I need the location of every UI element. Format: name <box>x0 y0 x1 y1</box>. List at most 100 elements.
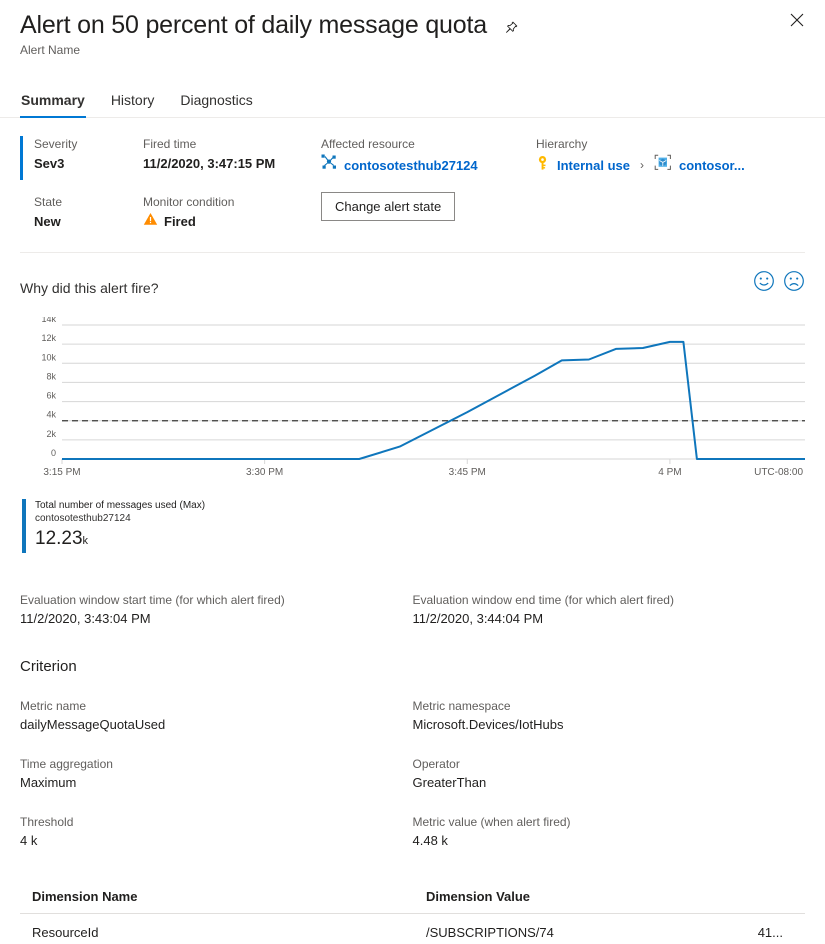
time-aggregation-label: Time aggregation <box>20 756 413 772</box>
evaluation-end-label: Evaluation window end time (for which al… <box>413 592 806 608</box>
alert-detail-page: Alert on 50 percent of daily message quo… <box>0 0 825 944</box>
warning-triangle-icon <box>143 212 158 231</box>
fired-time-field: Fired time 11/2/2020, 3:47:15 PM <box>143 136 321 176</box>
tab-history[interactable]: History <box>110 88 156 117</box>
criterion-metric-namespace: Metric namespace Microsoft.Devices/IotHu… <box>413 698 806 734</box>
hierarchy-second-link[interactable]: contosor... <box>679 158 745 173</box>
metric-namespace-label: Metric namespace <box>413 698 806 714</box>
criterion-metric-name: Metric name dailyMessageQuotaUsed <box>20 698 413 734</box>
severity-field: Severity Sev3 <box>20 136 143 176</box>
metric-name-value: dailyMessageQuotaUsed <box>20 716 413 734</box>
dimension-table: Dimension Name Dimension Value ResourceI… <box>20 889 805 940</box>
chart-x-axis: 3:15 PM3:30 PM3:45 PM4 PMUTC-08:00 <box>43 459 803 478</box>
page-subtitle: Alert Name <box>20 43 805 57</box>
x-axis-tick-label: 3:15 PM <box>43 467 80 478</box>
evaluation-start-label: Evaluation window start time (for which … <box>20 592 413 608</box>
close-icon[interactable] <box>783 6 811 34</box>
why-fired-title: Why did this alert fire? <box>0 280 825 296</box>
fired-time-value: 11/2/2020, 3:47:15 PM <box>143 154 321 173</box>
hierarchy-first-link[interactable]: Internal use <box>557 158 630 173</box>
metric-value-label: Metric value (when alert fired) <box>413 814 806 830</box>
summary-section: Severity Sev3 Fired time 11/2/2020, 3:47… <box>0 118 825 231</box>
y-axis-tick-label: 10k <box>41 352 56 362</box>
page-title: Alert on 50 percent of daily message quo… <box>20 10 487 40</box>
chart-legend: Total number of messages used (Max) cont… <box>22 499 825 553</box>
affected-resource-field: Affected resource contosotesthub27124 <box>321 136 536 176</box>
frowny-face-icon[interactable] <box>783 270 805 297</box>
smiley-face-icon[interactable] <box>753 270 775 297</box>
monitor-condition-label: Monitor condition <box>143 194 321 211</box>
evaluation-window-end: Evaluation window end time (for which al… <box>413 592 806 628</box>
y-axis-tick-label: 6k <box>46 391 56 401</box>
criterion-title: Criterion <box>0 658 825 675</box>
dimension-table-header: Dimension Name Dimension Value <box>20 889 805 914</box>
summary-row-2-spacer <box>536 194 805 231</box>
severity-label: Severity <box>34 136 143 153</box>
tab-diagnostics[interactable]: Diagnostics <box>179 88 253 117</box>
criterion-row-1: Metric name dailyMessageQuotaUsed Metric… <box>0 698 825 734</box>
state-field: State New <box>20 194 143 231</box>
chart-y-axis: 0 2k 4k 6k 8k 10k 12k 14k <box>41 317 805 459</box>
cell-dimension-name: ResourceId <box>32 925 426 940</box>
state-value: New <box>34 212 143 231</box>
criterion-threshold: Threshold 4 k <box>20 814 413 850</box>
affected-resource-link[interactable]: contosotesthub27124 <box>344 156 478 175</box>
tab-bar: Summary History Diagnostics <box>0 88 825 118</box>
y-axis-tick-label: 2k <box>46 429 56 439</box>
key-icon <box>536 155 550 176</box>
title-row: Alert on 50 percent of daily message quo… <box>20 10 805 40</box>
chart-svg: 0 2k 4k 6k 8k 10k 12k 14k 3:15 PM 3:30 PM 3:45 PM… <box>20 317 805 489</box>
metric-namespace-value: Microsoft.Devices/IotHubs <box>413 716 806 734</box>
hierarchy-label: Hierarchy <box>536 136 805 153</box>
affected-resource-label: Affected resource <box>321 136 536 153</box>
severity-accent-bar <box>20 136 23 180</box>
y-axis-tick-label: 4k <box>46 410 56 420</box>
time-aggregation-value: Maximum <box>20 774 413 792</box>
criterion-row-2: Time aggregation Maximum Operator Greate… <box>0 756 825 792</box>
criterion-operator: Operator GreaterThan <box>413 756 806 792</box>
operator-value: GreaterThan <box>413 774 806 792</box>
chevron-right-icon: › <box>640 158 644 172</box>
affected-resource-row: contosotesthub27124 <box>321 154 536 175</box>
column-header-dimension-value: Dimension Value <box>426 889 805 904</box>
legend-body: Total number of messages used (Max) cont… <box>26 499 205 553</box>
state-label: State <box>34 194 143 211</box>
metric-name-label: Metric name <box>20 698 413 714</box>
y-axis-tick-label: 8k <box>46 371 56 381</box>
y-axis-tick-label: 14k <box>41 317 56 324</box>
pin-icon[interactable] <box>501 18 521 38</box>
table-row[interactable]: ResourceId /SUBSCRIPTIONS/74 41... <box>20 914 805 940</box>
y-axis-tick-label: 12k <box>41 333 56 343</box>
evaluation-start-value: 11/2/2020, 3:43:04 PM <box>20 610 413 628</box>
severity-value: Sev3 <box>34 154 143 173</box>
evaluation-end-value: 11/2/2020, 3:44:04 PM <box>413 610 806 628</box>
alert-metric-chart: 0 2k 4k 6k 8k 10k 12k 14k 3:15 PM 3:30 PM 3:45 PM… <box>20 317 805 489</box>
criterion-metric-value: Metric value (when alert fired) 4.48 k <box>413 814 806 850</box>
legend-series-value: 12.23k <box>35 527 205 553</box>
chart-timezone-label: UTC-08:00 <box>754 467 803 478</box>
feedback-controls <box>753 270 805 297</box>
metric-value-value: 4.48 k <box>413 832 806 850</box>
monitor-condition-row: Fired <box>143 212 321 231</box>
hierarchy-field: Hierarchy Internal use › <box>536 136 805 176</box>
y-axis-tick-label: 0 <box>51 448 56 458</box>
evaluation-window-section: Evaluation window start time (for which … <box>0 592 825 628</box>
legend-value-unit: k <box>83 535 89 547</box>
change-alert-state-cell: Change alert state <box>321 194 536 231</box>
criterion-row-3: Threshold 4 k Metric value (when alert f… <box>0 814 825 850</box>
legend-series-name: Total number of messages used (Max) <box>35 499 205 512</box>
x-axis-tick-label: 3:45 PM <box>449 467 486 478</box>
legend-series-resource: contosotesthub27124 <box>35 512 205 525</box>
hierarchy-row: Internal use › <box>536 154 805 176</box>
x-axis-tick-label: 3:30 PM <box>246 467 283 478</box>
summary-row-2: State New Monitor condition Fired <box>20 194 805 231</box>
monitor-condition-field: Monitor condition Fired <box>143 194 321 231</box>
change-alert-state-button[interactable]: Change alert state <box>321 192 455 221</box>
summary-divider <box>20 252 805 253</box>
column-header-dimension-name: Dimension Name <box>32 889 426 904</box>
evaluation-window-start: Evaluation window start time (for which … <box>20 592 413 628</box>
resource-group-icon <box>654 154 672 176</box>
tab-summary[interactable]: Summary <box>20 88 86 117</box>
operator-label: Operator <box>413 756 806 772</box>
criterion-time-aggregation: Time aggregation Maximum <box>20 756 413 792</box>
